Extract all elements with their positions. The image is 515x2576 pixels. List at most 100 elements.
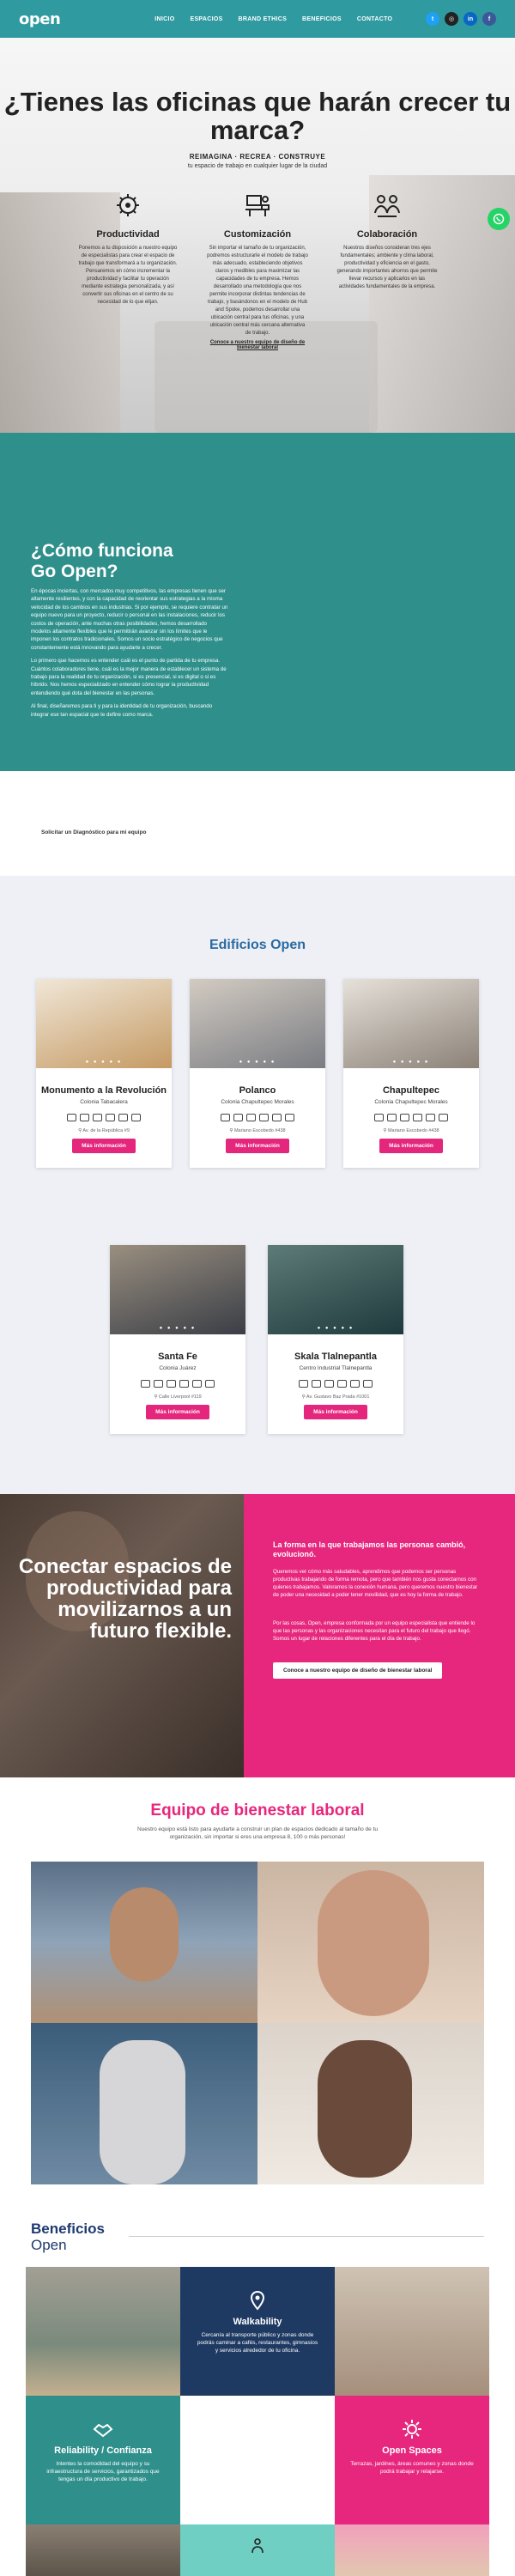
amenity-icon xyxy=(337,1380,347,1388)
benefit-photo xyxy=(335,2267,489,2396)
connect-right-title: La forma en la que trabajamos las person… xyxy=(273,1540,466,1558)
feature-productividad: Productividad Ponemos a tu disposición a… xyxy=(77,191,179,350)
feature-link[interactable]: Conoce a nuestro equipo de diseño de bie… xyxy=(207,340,308,350)
more-info-button[interactable]: Más información xyxy=(146,1405,209,1419)
building-name: Polanco xyxy=(239,1085,276,1096)
feature-text: Nuestros diseños consideran tres ejes fu… xyxy=(336,246,438,289)
amenity-icon xyxy=(387,1114,397,1121)
feature-colaboracion: Colaboración Nuestros diseños consideran… xyxy=(336,191,438,350)
amenity-icon xyxy=(299,1380,308,1388)
nav-link-espacios[interactable]: ESPACIOS xyxy=(190,16,222,22)
feature-columns: Productividad Ponemos a tu disposición a… xyxy=(77,191,438,350)
building-address: ⚲ Mariano Escobedo #438 xyxy=(343,1128,479,1133)
more-info-button[interactable]: Más información xyxy=(379,1139,443,1153)
linkedin-icon[interactable]: in xyxy=(464,12,477,26)
how-paragraph: En épocas inciertas, con mercados muy co… xyxy=(31,588,228,651)
building-photo[interactable]: ● ● ● ● ● xyxy=(36,979,172,1068)
connect-paragraph: Por las cosas, Open, empresa conformada … xyxy=(273,1620,476,1642)
buildings-title: Edificios Open xyxy=(209,938,306,952)
more-info-button[interactable]: Más información xyxy=(304,1405,367,1419)
more-info-button[interactable]: Más información xyxy=(72,1139,136,1153)
nav-link-inicio[interactable]: INICIO xyxy=(154,16,174,22)
benefit-tile-teal xyxy=(180,2524,335,2576)
how-title-line: Go Open? xyxy=(31,562,118,581)
photo-dots[interactable]: ● ● ● ● ● xyxy=(268,1326,403,1331)
whatsapp-button[interactable] xyxy=(488,208,510,230)
buildings-section: Edificios Open xyxy=(0,876,515,1494)
amenity-icon xyxy=(141,1380,150,1388)
amenity-icon xyxy=(80,1114,89,1121)
site-logo[interactable]: open xyxy=(19,10,61,28)
nav-link-contacto[interactable]: CONTACTO xyxy=(357,16,392,22)
photo-dots[interactable]: ● ● ● ● ● xyxy=(110,1326,245,1331)
amenity-icons xyxy=(190,1114,325,1121)
person-icon xyxy=(251,2538,264,2554)
how-body: En épocas inciertas, con mercados muy co… xyxy=(31,587,228,724)
address-text: Mariano Escobedo #438 xyxy=(233,1128,286,1133)
sun-plant-icon xyxy=(403,2420,421,2439)
photo-dots[interactable]: ● ● ● ● ● xyxy=(36,1060,172,1065)
photo-dots[interactable]: ● ● ● ● ● xyxy=(190,1060,325,1065)
benefit-tile-reliability: Reliability / Confianza Intentes la como… xyxy=(26,2396,180,2524)
team-photo xyxy=(31,2023,258,2184)
amenity-icon xyxy=(67,1114,76,1121)
building-area: Colonia Juárez xyxy=(159,1365,197,1371)
connect-photo: Conectar espacios de productividad para … xyxy=(0,1494,244,1777)
amenity-icon xyxy=(426,1114,435,1121)
feature-title: Productividad xyxy=(96,229,160,240)
benefit-blank xyxy=(180,2396,335,2524)
feature-title: Colaboración xyxy=(356,229,418,240)
building-name: Chapultepec xyxy=(382,1085,439,1096)
benefit-text: Intentes la comodidad del equipo y su in… xyxy=(46,2461,160,2482)
amenity-icon xyxy=(192,1380,202,1388)
building-photo[interactable]: ● ● ● ● ● xyxy=(110,1245,245,1334)
benefits-title-2: Open xyxy=(31,2237,67,2253)
benefits-title: Beneficios xyxy=(31,2221,105,2237)
nav-link-beneficios[interactable]: BENEFICIOS xyxy=(302,16,342,22)
address-text: Calle Liverpool #119 xyxy=(158,1394,202,1400)
connect-headline: Conectar espacios de productividad para … xyxy=(18,1555,232,1643)
benefit-title: Walkability xyxy=(233,2317,282,2327)
building-photo[interactable]: ● ● ● ● ● xyxy=(190,979,325,1068)
facebook-icon[interactable]: f xyxy=(482,12,496,26)
benefit-text: Terrazas, jardines, áreas comunes y zona… xyxy=(350,2461,474,2475)
amenity-icon xyxy=(272,1114,282,1121)
benefit-title: Open Spaces xyxy=(382,2445,442,2456)
hero-section: ¿Tienes las oficinas que harán crecer tu… xyxy=(0,38,515,433)
connect-paragraph: Queremos ver cómo más saludables, aprend… xyxy=(273,1569,478,1598)
whatsapp-icon xyxy=(493,213,505,225)
diagnostic-button-wrap: Solicitar un Diagnóstico para mi equipo xyxy=(31,823,157,841)
amenity-icon xyxy=(131,1114,141,1121)
amenity-icon xyxy=(285,1114,294,1121)
photo-dots[interactable]: ● ● ● ● ● xyxy=(343,1060,479,1065)
how-title: ¿Cómo funciona Go Open? xyxy=(31,541,173,582)
amenity-icon xyxy=(413,1114,422,1121)
amenity-icon xyxy=(118,1114,128,1121)
instagram-icon[interactable]: ◎ xyxy=(445,12,458,26)
building-photo[interactable]: ● ● ● ● ● xyxy=(268,1245,403,1334)
how-it-works-section: ¿Cómo funciona Go Open? En épocas inciert… xyxy=(0,433,515,771)
building-card: ● ● ● ● ● Monumento a la Revolución Colo… xyxy=(36,979,172,1168)
how-title-line: ¿Cómo funciona xyxy=(31,541,173,561)
amenity-icon xyxy=(312,1380,321,1388)
more-info-button[interactable]: Más información xyxy=(226,1139,289,1153)
team-design-button[interactable]: Conoce a nuestro equipo de diseño de bie… xyxy=(273,1662,443,1679)
nav-link-brand-ethics[interactable]: BRAND ETHICS xyxy=(239,16,288,22)
connect-section: Conectar espacios de productividad para … xyxy=(0,1494,515,1777)
twitter-icon[interactable]: t xyxy=(426,12,439,26)
hero-title: ¿Tienes las oficinas que harán crecer tu… xyxy=(3,87,512,145)
building-address: ⚲ Av. de la República #9 xyxy=(36,1128,172,1133)
divider xyxy=(129,2236,484,2237)
building-address: ⚲ Mariano Escobedo #438 xyxy=(190,1128,325,1133)
building-address: ⚲ Calle Liverpool #119 xyxy=(110,1394,245,1400)
feature-title: Customización xyxy=(223,229,292,240)
amenity-icon xyxy=(221,1114,230,1121)
amenity-icon xyxy=(205,1380,215,1388)
building-area: Centro Industrial Tlalnepantla xyxy=(299,1365,373,1371)
request-diagnostic-button[interactable]: Solicitar un Diagnóstico para mi equipo xyxy=(31,824,157,841)
benefit-photo xyxy=(335,2524,489,2576)
building-photo[interactable]: ● ● ● ● ● xyxy=(343,979,479,1068)
address-text: Av. Gustavo Baz Prada #1001 xyxy=(306,1394,370,1400)
feature-text: Ponemos a tu disposición a nuestro equip… xyxy=(78,246,178,305)
benefit-tile-open-spaces: Open Spaces Terrazas, jardines, áreas co… xyxy=(335,2396,489,2524)
